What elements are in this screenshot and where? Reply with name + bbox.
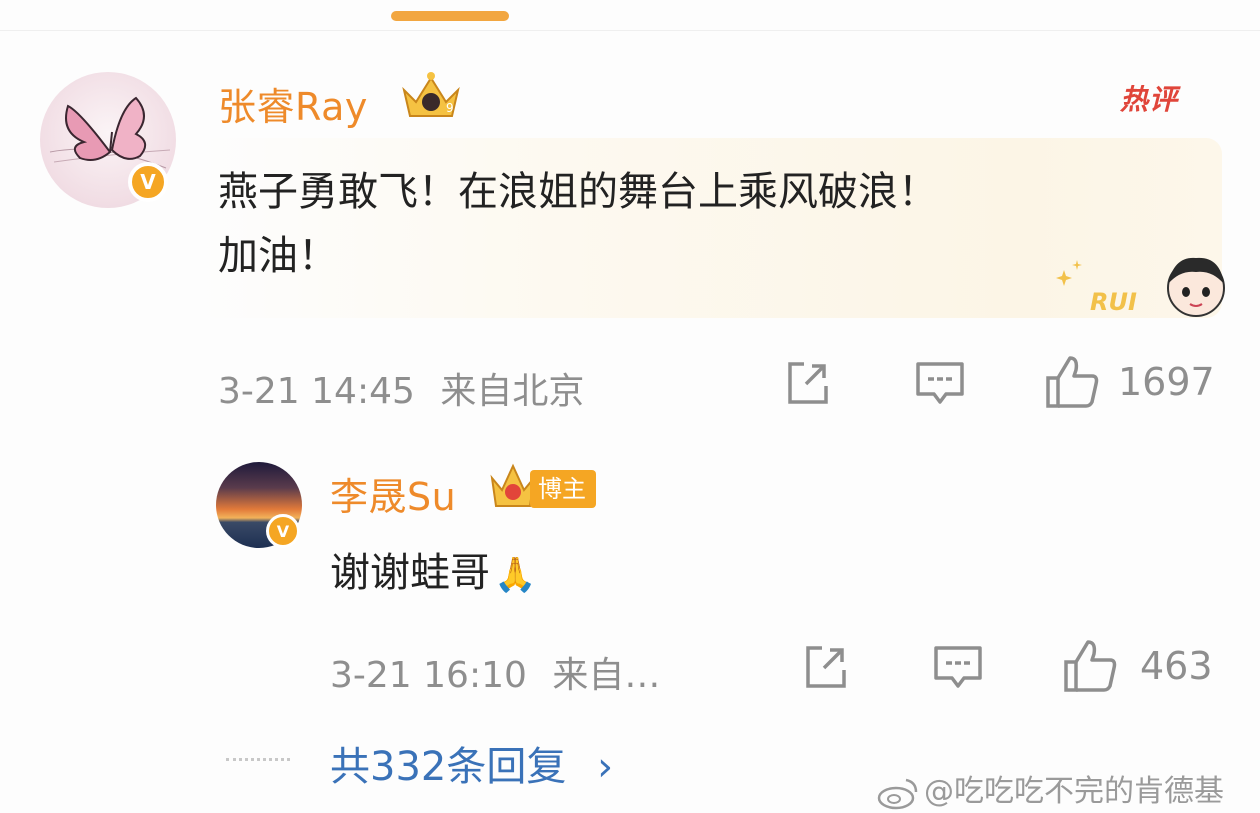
sticker-text: RUI xyxy=(1090,288,1137,316)
cartoon-face-icon xyxy=(1160,250,1232,326)
location: 来自北京 xyxy=(440,371,585,412)
commenter-username[interactable]: 张睿Ray xyxy=(218,76,368,131)
svg-text:9: 9 xyxy=(446,101,454,115)
pray-emoji-icon: 🙏 xyxy=(494,555,537,595)
chevron-right-icon: › xyxy=(597,744,614,790)
comment-meta: 3-21 14:45 来自北京 xyxy=(218,362,584,414)
share-icon xyxy=(806,646,846,688)
like-count: 463 xyxy=(1140,644,1213,688)
verified-v-icon: V xyxy=(266,514,300,548)
reply-meta: 3-21 16:10 来自… xyxy=(330,646,660,698)
share-button[interactable] xyxy=(782,358,832,408)
reply-username[interactable]: 李晟Su xyxy=(330,466,456,521)
reply-text: 谢谢蛙哥 🙏 xyxy=(330,540,536,598)
watermark-text: @吃吃吃不完的肯德基 xyxy=(924,774,1224,809)
like-count: 1697 xyxy=(1118,360,1215,404)
watermark: @吃吃吃不完的肯德基 xyxy=(876,766,1224,810)
comment-icon xyxy=(934,646,982,688)
thumbs-up-icon xyxy=(1046,356,1099,408)
like-button[interactable]: 463 xyxy=(1062,638,1213,694)
hot-comment-badge: 热评 xyxy=(1120,83,1179,116)
dotted-divider xyxy=(226,758,290,761)
comment-line-1: 燕子勇敢飞！在浪姐的舞台上乘风破浪！ xyxy=(218,169,938,215)
crown-badge-icon: 9 xyxy=(398,70,464,126)
sparkle-icon xyxy=(1050,250,1090,294)
timestamp: 3-21 16:10 xyxy=(330,655,527,696)
reply-button[interactable] xyxy=(932,642,984,692)
reply-button[interactable] xyxy=(914,358,966,408)
thumbs-up-icon xyxy=(1064,640,1117,692)
verified-v-icon: V xyxy=(128,162,168,202)
divider xyxy=(0,30,1260,31)
comment-text: 燕子勇敢飞！在浪姐的舞台上乘风破浪！ 加油！ xyxy=(218,160,1178,288)
location: 来自… xyxy=(552,655,661,696)
comment-line-2: 加油！ xyxy=(218,233,338,279)
host-tag: 博主 xyxy=(530,470,596,508)
more-replies-link[interactable]: 共332条回复 › xyxy=(330,734,613,792)
drag-handle[interactable] xyxy=(391,11,509,21)
share-icon xyxy=(788,362,828,404)
reply-content: 谢谢蛙哥 xyxy=(330,550,490,596)
more-replies-label: 共332条回复 xyxy=(330,744,567,790)
timestamp: 3-21 14:45 xyxy=(218,371,415,412)
share-button[interactable] xyxy=(800,642,850,692)
weibo-logo-icon xyxy=(877,778,918,809)
like-button[interactable]: 1697 xyxy=(1044,354,1215,410)
comment-icon xyxy=(916,362,964,404)
